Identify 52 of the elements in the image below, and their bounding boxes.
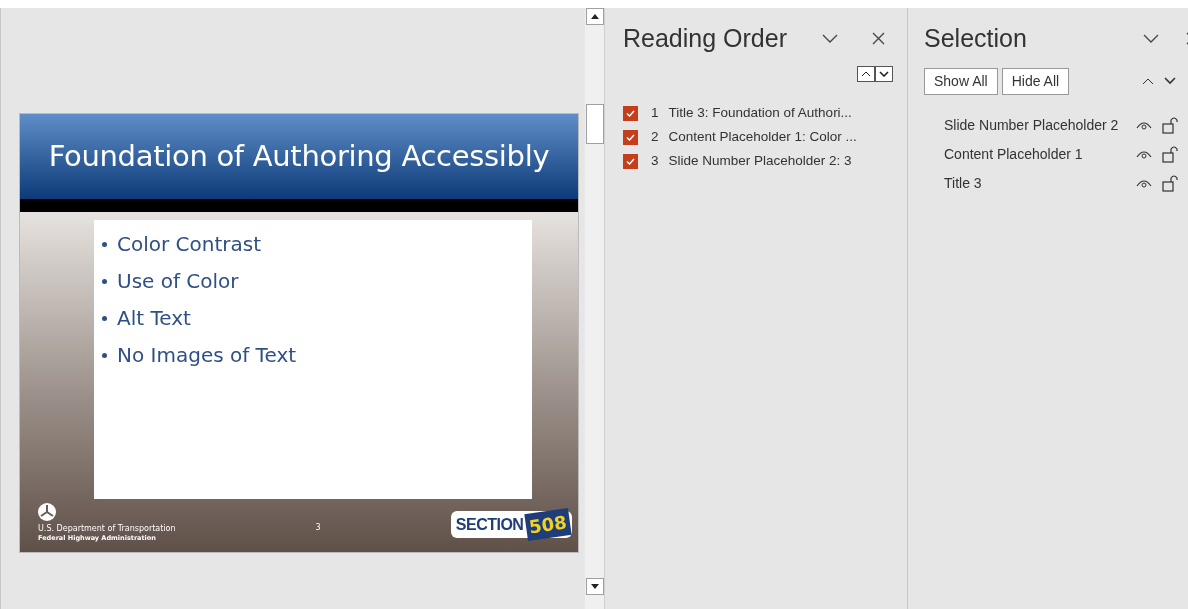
bullet-text: No Images of Text [117,342,297,370]
item-label[interactable]: Content Placeholder 1: Color ... [668,127,857,148]
move-up-button[interactable] [857,65,875,82]
pane-button[interactable]: Hide All [1001,67,1070,95]
bullet-icon [102,353,107,359]
department-text: U.S. Department of Transportation [38,523,176,535]
bullet-text: Use of Color [117,268,239,296]
item-label[interactable]: Title 3: Foundation of Authori... [668,103,852,124]
collapse-icon[interactable] [822,33,838,44]
checkbox[interactable] [623,154,638,169]
slide-number: 3 [315,522,321,534]
checkbox[interactable] [623,130,638,145]
pane-title: Reading Order [623,23,787,54]
scroll-down-button[interactable] [586,578,604,595]
pane-title: Selection [924,23,1027,54]
eye-icon[interactable] [1136,120,1152,130]
item-label[interactable]: Slide Number Placeholder 2: 3 [668,151,852,172]
check-icon [626,158,635,165]
checkbox[interactable] [623,106,638,121]
item-number: 3 [651,152,659,171]
dot-logo-icon [38,502,56,521]
pane-button[interactable]: Show All [924,67,998,95]
move-down-button[interactable] [875,65,893,82]
bring-forward-icon[interactable] [1142,77,1155,85]
check-icon [626,110,635,117]
eye-icon[interactable] [1136,149,1152,159]
bullet-icon [102,316,107,322]
caret-down-icon [879,70,889,77]
lock-icon[interactable] [1162,145,1179,163]
eye-icon[interactable] [1136,178,1152,188]
lock-icon[interactable] [1162,174,1179,192]
object-label[interactable]: Content Placeholder 1 [944,143,1136,165]
check-icon [626,134,635,141]
slide-title: Foundation of Authoring Accessibly [20,114,578,200]
collapse-icon[interactable] [1142,33,1159,44]
scrollbar-thumb[interactable] [586,104,604,144]
send-backward-icon[interactable] [1164,77,1177,85]
bullet-text: Alt Text [117,305,191,333]
lock-icon[interactable] [1162,116,1179,134]
bullet-icon [102,279,107,285]
bullet-text: Color Contrast [117,231,262,259]
object-label[interactable]: Slide Number Placeholder 2 [944,114,1136,136]
triangle-up-icon [591,14,599,19]
close-icon[interactable] [872,32,885,46]
item-number: 1 [651,104,659,123]
bullet-icon [102,242,107,248]
item-number: 2 [651,128,659,147]
caret-up-icon [861,70,871,77]
object-label[interactable]: Title 3 [944,172,1136,194]
scroll-up-button[interactable] [586,8,604,25]
section-logo: SECTION 508 [450,511,572,538]
triangle-down-icon [591,584,599,589]
